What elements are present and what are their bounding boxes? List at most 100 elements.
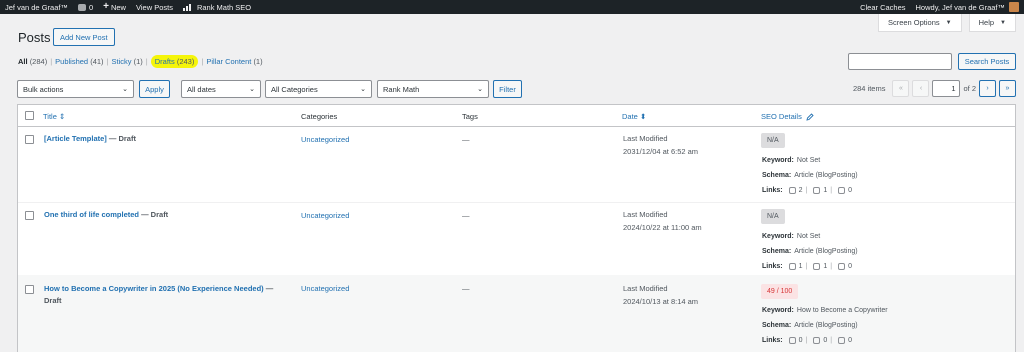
pencil-icon[interactable] (806, 113, 814, 121)
rank-math-label: Rank Math SEO (196, 2, 252, 12)
view-all[interactable]: All (284) (18, 57, 47, 66)
schema-value: Article (BlogPosting) (794, 172, 858, 179)
view-published-count: (41) (90, 57, 104, 66)
view-pillar-content[interactable]: Pillar Content (1) (206, 57, 262, 66)
rank-math-select[interactable]: Rank Math ⌄ (377, 80, 489, 98)
date-label: Last Modified (623, 284, 668, 293)
post-title-link[interactable]: [Article Template] (44, 134, 107, 143)
rank-math-link[interactable]: Rank Math SEO (178, 0, 256, 14)
view-published[interactable]: Published (41) (55, 57, 103, 66)
seo-details-column-header: SEO Details (761, 112, 814, 121)
internal-links-count: 1 (798, 263, 803, 270)
post-state-draft: Draft (44, 296, 62, 305)
schema-value: Article (BlogPosting) (794, 248, 858, 255)
screen-options-button[interactable]: Screen Options ▼ (877, 14, 962, 32)
rank-math-value: Rank Math (383, 84, 420, 94)
categories-value: All Categories (271, 84, 318, 94)
external-link-icon (813, 337, 821, 344)
post-state: — Draft (139, 210, 169, 219)
seo-score-badge: N/A (761, 209, 785, 224)
seo-keyword: Keyword: How to Become a Copywriter (762, 307, 888, 314)
my-account-link[interactable]: Howdy, Jef van de Graaf™ (911, 0, 1024, 14)
apply-button[interactable]: Apply (139, 80, 170, 98)
first-page-button[interactable]: « (892, 80, 910, 97)
categories-select[interactable]: All Categories ⌄ (265, 80, 372, 98)
table-row: [Article Template] — Draft Uncategorized… (18, 127, 1015, 202)
dates-value: All dates (187, 84, 216, 94)
sort-desc-icon: ⬍ (639, 112, 647, 121)
howdy-label: Howdy, Jef van de Graaf™ (915, 2, 1005, 12)
dates-select[interactable]: All dates ⌄ (181, 80, 261, 98)
view-posts-label: View Posts (135, 2, 173, 12)
site-name-link[interactable]: Jef van de Graaf™ (0, 0, 73, 14)
chevron-down-icon: ⌄ (249, 86, 255, 93)
external-link-icon (813, 187, 821, 194)
clear-caches-link[interactable]: Clear Caches (855, 0, 910, 14)
caret-down-icon: ▼ (945, 19, 952, 26)
view-pillar-count: (1) (253, 57, 263, 66)
view-sticky[interactable]: Sticky (1) (112, 57, 143, 66)
date-column-header[interactable]: Date ⬍ (622, 112, 646, 121)
incoming-links-count: 0 (848, 337, 852, 344)
current-page-input[interactable]: 1 (932, 80, 961, 97)
last-page-button[interactable]: » (999, 80, 1016, 97)
post-title-link[interactable]: One third of life completed (44, 210, 139, 219)
prev-page-button[interactable]: ‹ (912, 80, 930, 97)
keyword-label: Keyword: (762, 307, 794, 314)
bulk-actions-select[interactable]: Bulk actions ⌄ (17, 80, 134, 98)
category-link[interactable]: Uncategorized (301, 211, 349, 220)
keyword-value: Not Set (796, 233, 821, 240)
bulk-actions-value: Bulk actions (23, 84, 64, 94)
seo-keyword: Keyword: Not Set (762, 157, 820, 164)
new-content-link[interactable]: + New (98, 0, 131, 14)
row-checkbox[interactable] (25, 211, 34, 220)
help-button[interactable]: Help ▼ (968, 14, 1016, 32)
view-pillar-label: Pillar Content (206, 57, 252, 66)
post-title-link[interactable]: How to Become a Copywriter in 2025 (No E… (44, 284, 264, 293)
post-title-cell: [Article Template] — Draft (44, 134, 136, 143)
comment-icon (77, 3, 86, 11)
search-posts-button[interactable]: Search Posts (958, 53, 1016, 70)
filter-button[interactable]: Filter (493, 80, 522, 98)
post-state: — (263, 284, 274, 293)
comments-link[interactable]: 0 (73, 0, 98, 14)
view-drafts[interactable]: Drafts (243) (150, 55, 199, 68)
avatar (1009, 2, 1019, 12)
view-all-label: All (18, 57, 28, 66)
category-link[interactable]: Uncategorized (301, 135, 349, 144)
row-checkbox[interactable] (25, 285, 34, 294)
screen-options-label: Screen Options (887, 18, 940, 27)
help-label: Help (978, 18, 995, 27)
keyword-value: Not Set (796, 157, 821, 164)
schema-value: Article (BlogPosting) (794, 322, 858, 329)
internal-link-icon (788, 337, 796, 344)
screen-meta-links: Screen Options ▼ Help ▼ (877, 14, 1016, 32)
view-sticky-label: Sticky (111, 57, 132, 66)
external-links-count: 1 (823, 187, 828, 194)
seo-header-label: SEO Details (761, 112, 802, 121)
post-state: — Draft (106, 134, 136, 143)
add-new-post-button[interactable]: Add New Post (53, 28, 115, 46)
next-page-button[interactable]: › (979, 80, 996, 97)
view-all-count: (284) (29, 57, 48, 66)
seo-schema: Schema: Article (BlogPosting) (762, 248, 858, 255)
incoming-link-icon (838, 187, 846, 194)
separator: | (830, 263, 833, 270)
categories-column-header: Categories (301, 112, 338, 121)
external-link-icon (813, 263, 821, 270)
view-posts-link[interactable]: View Posts (131, 0, 178, 14)
keyword-label: Keyword: (762, 157, 794, 164)
category-link[interactable]: Uncategorized (301, 284, 349, 293)
title-column-header[interactable]: Title ⇕ (43, 112, 65, 121)
chevron-down-icon: ⌄ (360, 86, 366, 93)
title-header-label: Title (43, 112, 57, 121)
schema-label: Schema: (762, 322, 792, 329)
site-name: Jef van de Graaf™ (5, 2, 68, 12)
tags-column-header: Tags (462, 112, 478, 121)
external-links-count: 0 (823, 337, 828, 344)
separator: | (805, 263, 808, 270)
new-label: New (110, 2, 126, 12)
select-all-checkbox[interactable] (25, 111, 34, 120)
row-checkbox[interactable] (25, 135, 34, 144)
search-input[interactable] (848, 53, 952, 70)
